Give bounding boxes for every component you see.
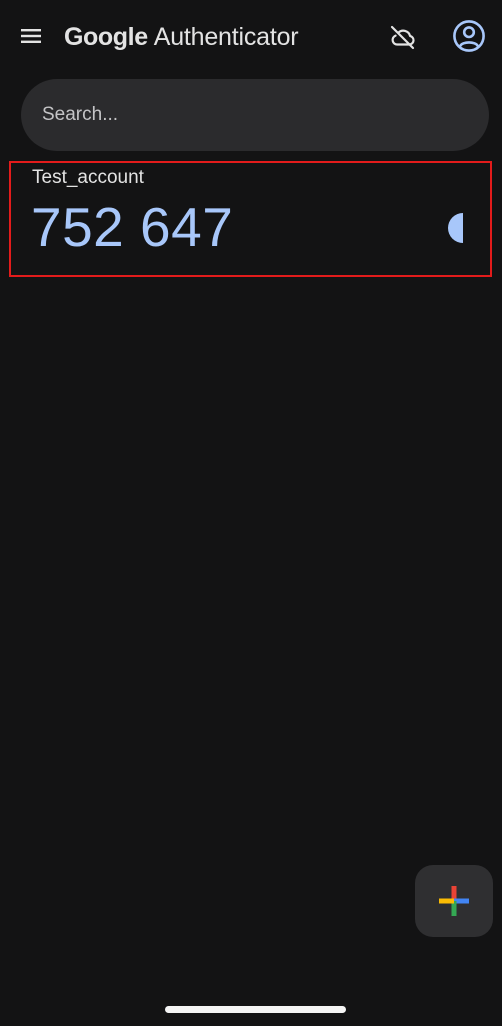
home-indicator[interactable] bbox=[165, 1006, 346, 1013]
account-circle-icon bbox=[453, 20, 485, 52]
hamburger-menu-icon bbox=[21, 29, 41, 43]
countdown-pie-icon bbox=[448, 213, 463, 243]
account-button[interactable] bbox=[450, 17, 488, 55]
account-name: Test_account bbox=[32, 167, 144, 188]
search-bar[interactable] bbox=[21, 79, 489, 151]
app-title-brand: Google bbox=[64, 22, 148, 51]
sync-status-button[interactable] bbox=[384, 18, 422, 56]
search-input[interactable] bbox=[42, 104, 462, 126]
google-plus-icon bbox=[439, 886, 469, 916]
app-title: Google Authenticator bbox=[64, 20, 299, 54]
cloud-off-icon bbox=[390, 25, 415, 50]
otp-code: 752 647 bbox=[31, 196, 234, 258]
account-list-item[interactable]: Test_account 752 647 bbox=[9, 161, 492, 277]
menu-button[interactable] bbox=[14, 19, 48, 53]
add-account-button[interactable] bbox=[415, 865, 493, 937]
top-app-bar: Google Authenticator bbox=[0, 0, 502, 74]
app-title-product: Authenticator bbox=[153, 22, 299, 51]
